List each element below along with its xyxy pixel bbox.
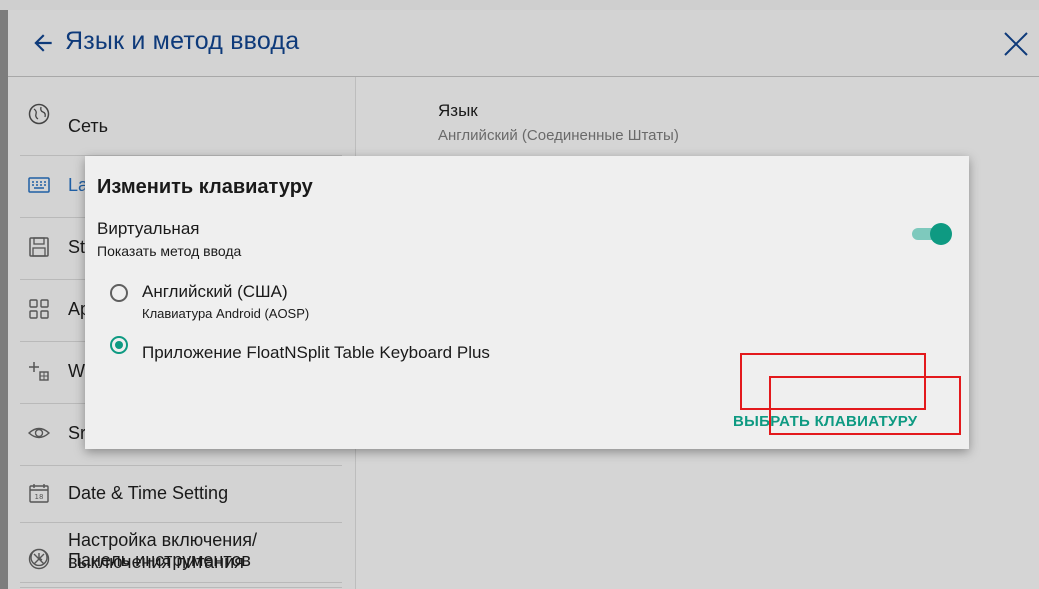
radio-english-us[interactable] (110, 284, 128, 302)
eye-icon (28, 427, 50, 439)
keyboard-icon (28, 177, 50, 193)
radio-floatnsplit[interactable] (110, 336, 128, 354)
virtual-keyboard-title: Виртуальная (97, 219, 200, 238)
top-strip (0, 0, 1039, 10)
option-english-us-label[interactable]: Английский (США) (142, 282, 288, 302)
apps-grid-icon (29, 299, 49, 319)
dialog-title: Изменить клавиатуру (97, 176, 313, 198)
divider (20, 582, 342, 583)
language-setting-title[interactable]: Язык (438, 101, 478, 121)
language-setting-value: Английский (Соединенные Штаты) (438, 127, 679, 144)
show-input-method-toggle[interactable] (912, 223, 952, 245)
toggle-thumb (930, 223, 952, 245)
sidebar-item-label: Date & Time Setting (68, 483, 229, 503)
virtual-keyboard-subtitle: Показать метод ввода (97, 243, 242, 259)
header-bar: Язык и метод ввода (8, 10, 1039, 77)
sidebar-item-label: W (68, 361, 85, 381)
save-disk-icon (29, 237, 49, 257)
sidebar-item-date-time[interactable]: 18 Date & Time Setting (20, 465, 342, 523)
widget-add-icon (29, 362, 49, 381)
sidebar-item-label: Сеть (68, 116, 109, 136)
highlight-box (769, 376, 961, 435)
page-title: Язык и метод ввода (65, 27, 300, 55)
calendar-icon: 18 (29, 484, 49, 503)
sidebar-item-label: St (68, 237, 86, 257)
svg-text:18: 18 (35, 493, 44, 501)
sidebar-item-network[interactable]: Сеть (20, 77, 342, 156)
globe-icon (28, 103, 50, 125)
tools-icon (28, 548, 50, 570)
sidebar-item-label: Sr (68, 423, 86, 443)
option-english-us-sublabel: Клавиатура Android (AOSP) (142, 306, 310, 321)
close-icon[interactable] (1002, 30, 1030, 58)
back-arrow-icon[interactable] (30, 30, 56, 56)
option-floatnsplit-label[interactable]: Приложение FloatNSplit Table Keyboard Pl… (142, 343, 490, 363)
sidebar-item-toolbar-label[interactable]: Панель инструментов (68, 550, 251, 571)
